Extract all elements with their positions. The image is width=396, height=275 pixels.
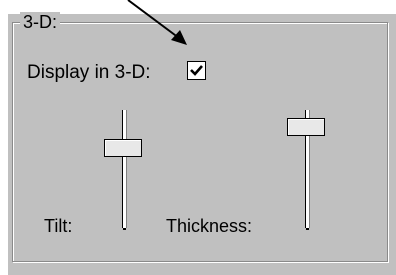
group-3d-title: 3-D:	[20, 12, 61, 32]
thickness-label: Thickness:	[166, 216, 253, 236]
window-edge-left	[0, 0, 8, 275]
tilt-slider-thumb[interactable]	[104, 139, 142, 157]
thickness-slider-thumb[interactable]	[287, 118, 325, 136]
tilt-slider-end	[123, 228, 126, 230]
tilt-label: Tilt:	[44, 216, 73, 236]
display-3d-label: Display in 3-D:	[27, 62, 151, 83]
checkmark-icon	[190, 65, 203, 76]
dialog-panel: 3-D: Display in 3-D: Tilt: Thickness:	[0, 0, 396, 275]
thickness-slider-end	[306, 228, 309, 230]
display-3d-checkbox[interactable]	[187, 61, 206, 80]
tilt-slider-track[interactable]	[122, 110, 127, 228]
